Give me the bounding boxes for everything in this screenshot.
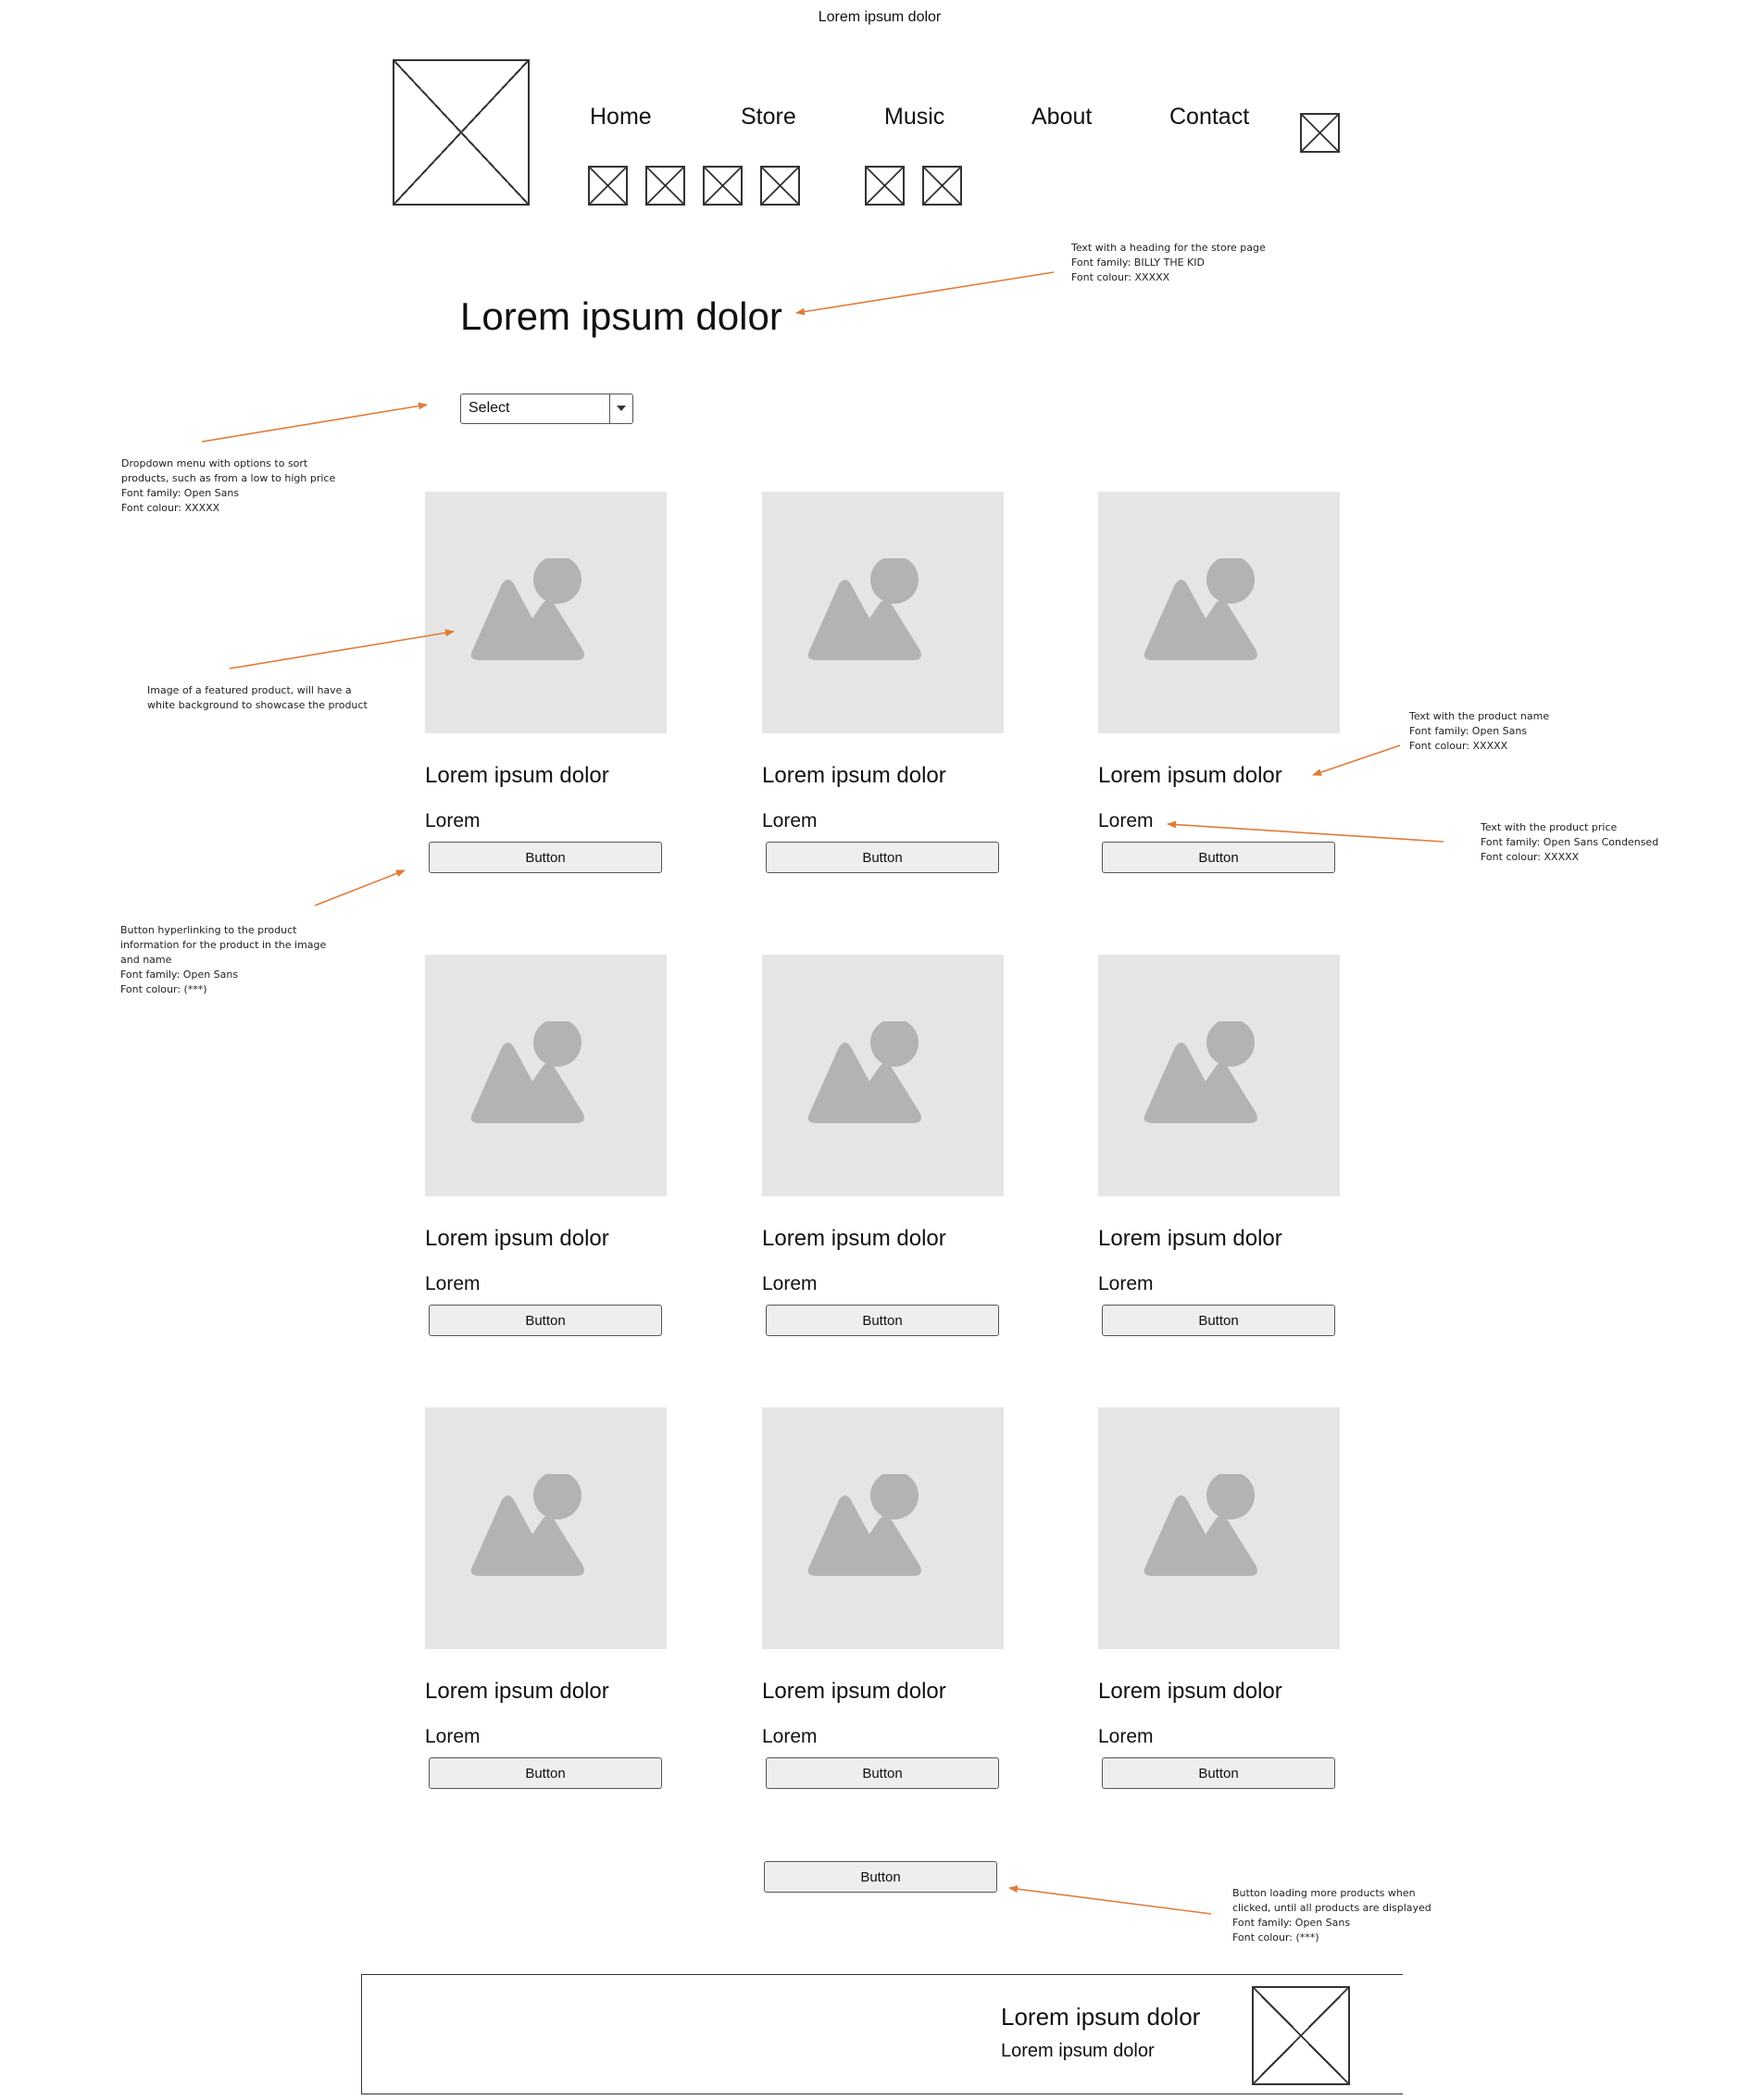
product-name: Lorem ipsum dolor — [762, 1679, 946, 1704]
nav-contact[interactable]: Contact — [1169, 104, 1249, 131]
product-price: Lorem — [1098, 810, 1154, 831]
product-image[interactable] — [425, 1407, 667, 1649]
arrow-button — [314, 869, 406, 906]
image-placeholder-icon — [807, 1021, 921, 1123]
image-placeholder-icon — [807, 1474, 921, 1576]
arrow-product-name — [1312, 744, 1401, 776]
annotation-load-more: Button loading more products when clicke… — [1232, 1887, 1431, 1944]
product-name: Lorem ipsum dolor — [1098, 763, 1282, 788]
annotation-product-price: Text with the product price Font family:… — [1481, 821, 1659, 863]
product-price: Lorem — [1098, 1726, 1154, 1747]
product-price: Lorem — [425, 1726, 481, 1747]
product-price: Lorem — [762, 1726, 818, 1747]
social-icon-5[interactable] — [865, 166, 905, 206]
image-placeholder-icon — [1144, 558, 1257, 660]
product-image[interactable] — [762, 955, 1004, 1196]
footer-title: Lorem ipsum dolor — [1001, 2003, 1201, 2031]
product-price: Lorem — [762, 810, 818, 831]
nav-store[interactable]: Store — [741, 104, 796, 131]
top-title: Lorem ipsum dolor — [818, 9, 942, 25]
view-product-button[interactable]: Button — [766, 842, 999, 873]
social-icon-4[interactable] — [760, 166, 800, 206]
nav-about[interactable]: About — [1031, 104, 1092, 131]
image-placeholder-icon — [470, 558, 584, 660]
product-price: Lorem — [1098, 1273, 1154, 1294]
product-image[interactable] — [1098, 492, 1340, 733]
social-icon-6[interactable] — [922, 166, 962, 206]
image-placeholder-icon — [470, 1474, 584, 1576]
arrow-product-price — [1167, 820, 1444, 843]
annotation-heading: Text with a heading for the store page F… — [1071, 242, 1266, 283]
product-image[interactable] — [762, 1407, 1004, 1649]
product-price: Lorem — [762, 1273, 818, 1294]
image-placeholder-icon — [470, 1021, 584, 1123]
sort-dropdown-value: Select — [469, 400, 510, 416]
view-product-button[interactable]: Button — [766, 1757, 999, 1789]
social-icon-3[interactable] — [703, 166, 743, 206]
view-product-button[interactable]: Button — [1102, 1757, 1335, 1789]
page-title: Lorem ipsum dolor — [460, 294, 782, 338]
footer-logo[interactable] — [1252, 1986, 1350, 2085]
view-product-button[interactable]: Button — [1102, 842, 1335, 873]
sort-dropdown[interactable]: Select — [460, 394, 633, 424]
annotation-product-name: Text with the product name Font family: … — [1409, 710, 1550, 752]
view-product-button[interactable]: Button — [429, 1757, 662, 1789]
product-image[interactable] — [1098, 1407, 1340, 1649]
product-name: Lorem ipsum dolor — [425, 1226, 609, 1251]
product-name: Lorem ipsum dolor — [1098, 1679, 1282, 1704]
product-image[interactable] — [1098, 955, 1340, 1196]
footer: Lorem ipsum dolor Lorem ipsum dolor — [361, 1974, 1403, 2094]
annotation-button: Button hyperlinking to the product infor… — [120, 924, 327, 995]
nav-home[interactable]: Home — [590, 104, 652, 131]
social-icon-1[interactable] — [588, 166, 628, 206]
cart-icon[interactable] — [1300, 113, 1340, 153]
nav-music[interactable]: Music — [884, 104, 944, 131]
logo[interactable] — [393, 59, 530, 206]
view-product-button[interactable]: Button — [1102, 1305, 1335, 1336]
chevron-down-icon[interactable] — [609, 394, 632, 423]
product-name: Lorem ipsum dolor — [425, 763, 609, 788]
product-name: Lorem ipsum dolor — [762, 1226, 946, 1251]
social-icon-2[interactable] — [645, 166, 685, 206]
arrow-image — [229, 629, 455, 669]
product-image[interactable] — [762, 492, 1004, 733]
footer-subtitle: Lorem ipsum dolor — [1001, 2041, 1155, 2061]
product-image[interactable] — [425, 492, 667, 733]
product-name: Lorem ipsum dolor — [762, 763, 946, 788]
annotation-dropdown: Dropdown menu with options to sort produ… — [121, 457, 336, 514]
arrow-dropdown — [201, 402, 428, 443]
product-price: Lorem — [425, 810, 481, 831]
load-more-button[interactable]: Button — [764, 1861, 997, 1893]
view-product-button[interactable]: Button — [429, 1305, 662, 1336]
image-placeholder-icon — [1144, 1474, 1257, 1576]
image-placeholder-icon — [1144, 1021, 1257, 1123]
product-name: Lorem ipsum dolor — [425, 1679, 609, 1704]
view-product-button[interactable]: Button — [766, 1305, 999, 1336]
image-placeholder-icon — [807, 558, 921, 660]
annotation-image: Image of a featured product, will have a… — [147, 684, 368, 711]
product-image[interactable] — [425, 955, 667, 1196]
product-price: Lorem — [425, 1273, 481, 1294]
arrow-load-more — [1008, 1885, 1212, 1915]
view-product-button[interactable]: Button — [429, 842, 662, 873]
product-name: Lorem ipsum dolor — [1098, 1226, 1282, 1251]
arrow-heading — [795, 271, 1055, 316]
